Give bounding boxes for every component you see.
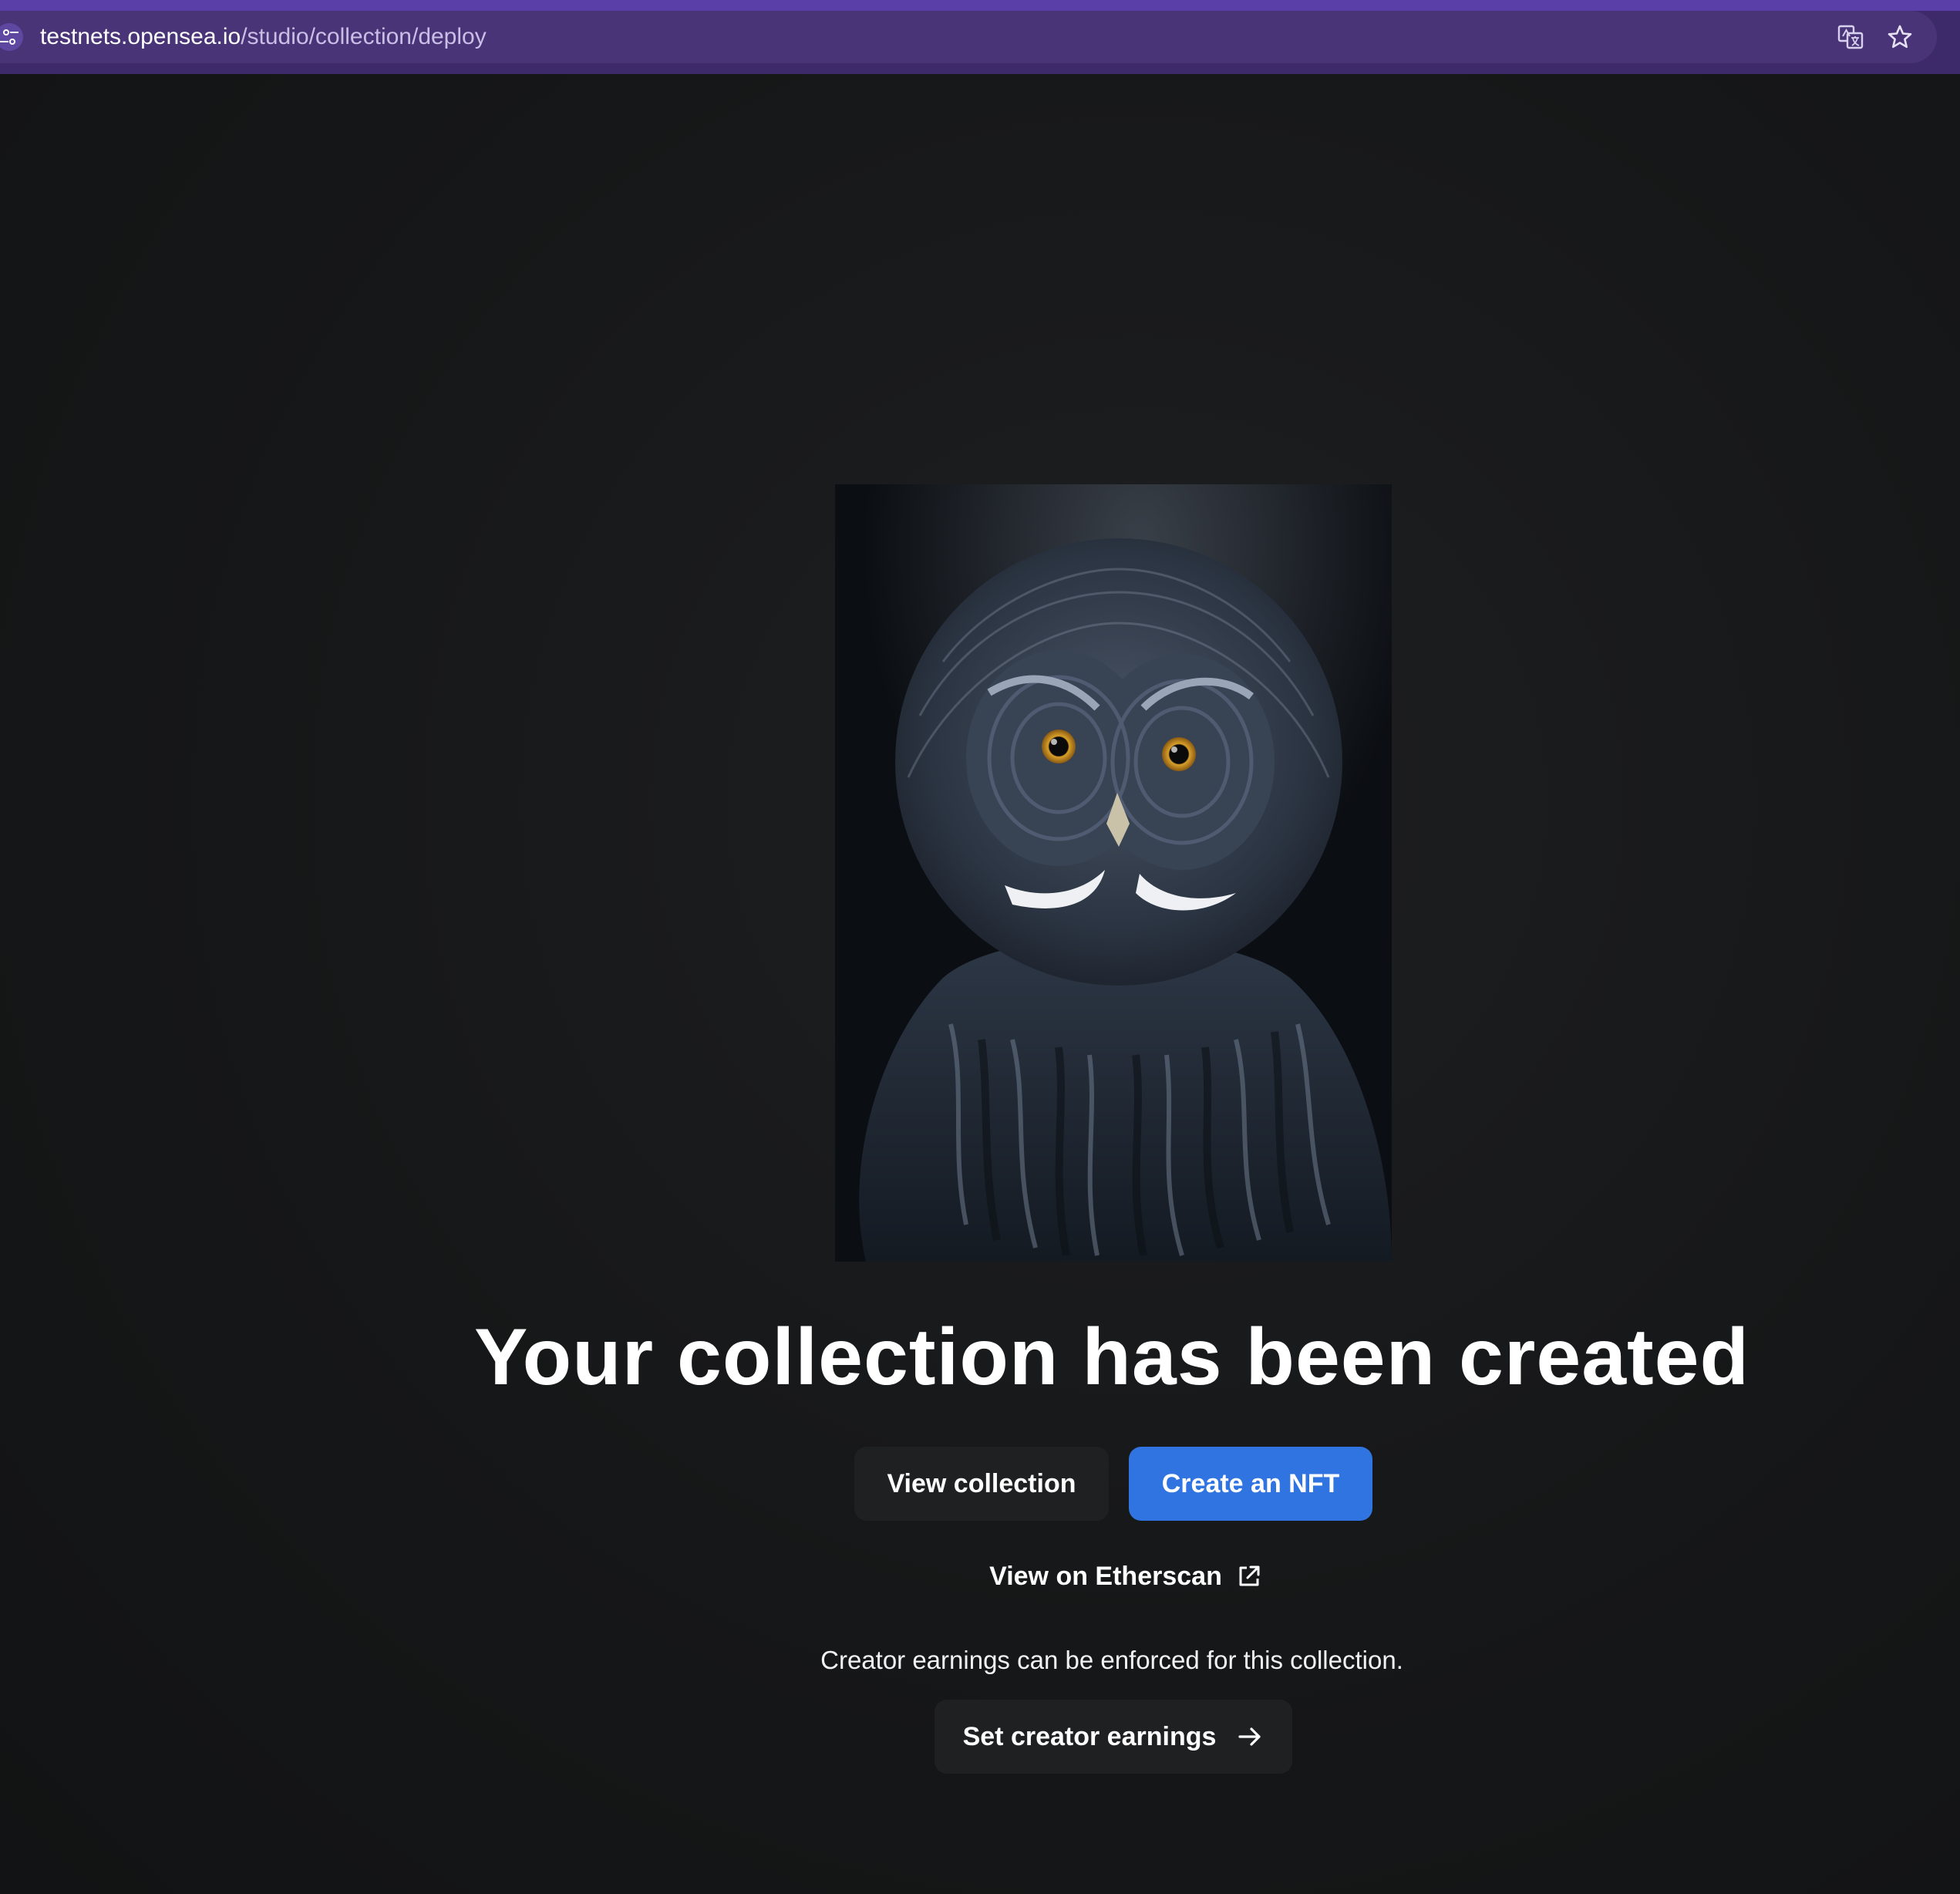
address-bar[interactable]: testnets.opensea.io/studio/collection/de…	[0, 11, 1937, 63]
view-on-etherscan-link[interactable]: View on Etherscan	[964, 1558, 1288, 1595]
arrow-right-icon	[1236, 1723, 1264, 1751]
bookmark-star-icon[interactable]	[1886, 23, 1914, 51]
create-nft-button[interactable]: Create an NFT	[1129, 1447, 1372, 1521]
translate-icon[interactable]	[1837, 23, 1864, 51]
site-settings-icon[interactable]	[0, 23, 23, 51]
tab-strip	[0, 0, 1960, 11]
external-link-icon	[1236, 1563, 1262, 1589]
url-host: testnets.opensea.io	[40, 24, 241, 49]
success-headline: Your collection has been created	[473, 1313, 1750, 1402]
creator-earnings-note: Creator earnings can be enforced for thi…	[820, 1646, 1403, 1674]
browser-toolbar: testnets.opensea.io/studio/collection/de…	[0, 0, 1960, 76]
owl-illustration	[835, 484, 1392, 1262]
collection-image	[835, 484, 1392, 1262]
url-path: /studio/collection/deploy	[241, 24, 487, 49]
view-collection-button[interactable]: View collection	[854, 1447, 1109, 1521]
etherscan-link-label: View on Etherscan	[989, 1561, 1222, 1591]
set-creator-earnings-label: Set creator earnings	[962, 1721, 1217, 1751]
set-creator-earnings-button[interactable]: Set creator earnings	[935, 1700, 1292, 1774]
url-text[interactable]: testnets.opensea.io/studio/collection/de…	[40, 23, 487, 51]
